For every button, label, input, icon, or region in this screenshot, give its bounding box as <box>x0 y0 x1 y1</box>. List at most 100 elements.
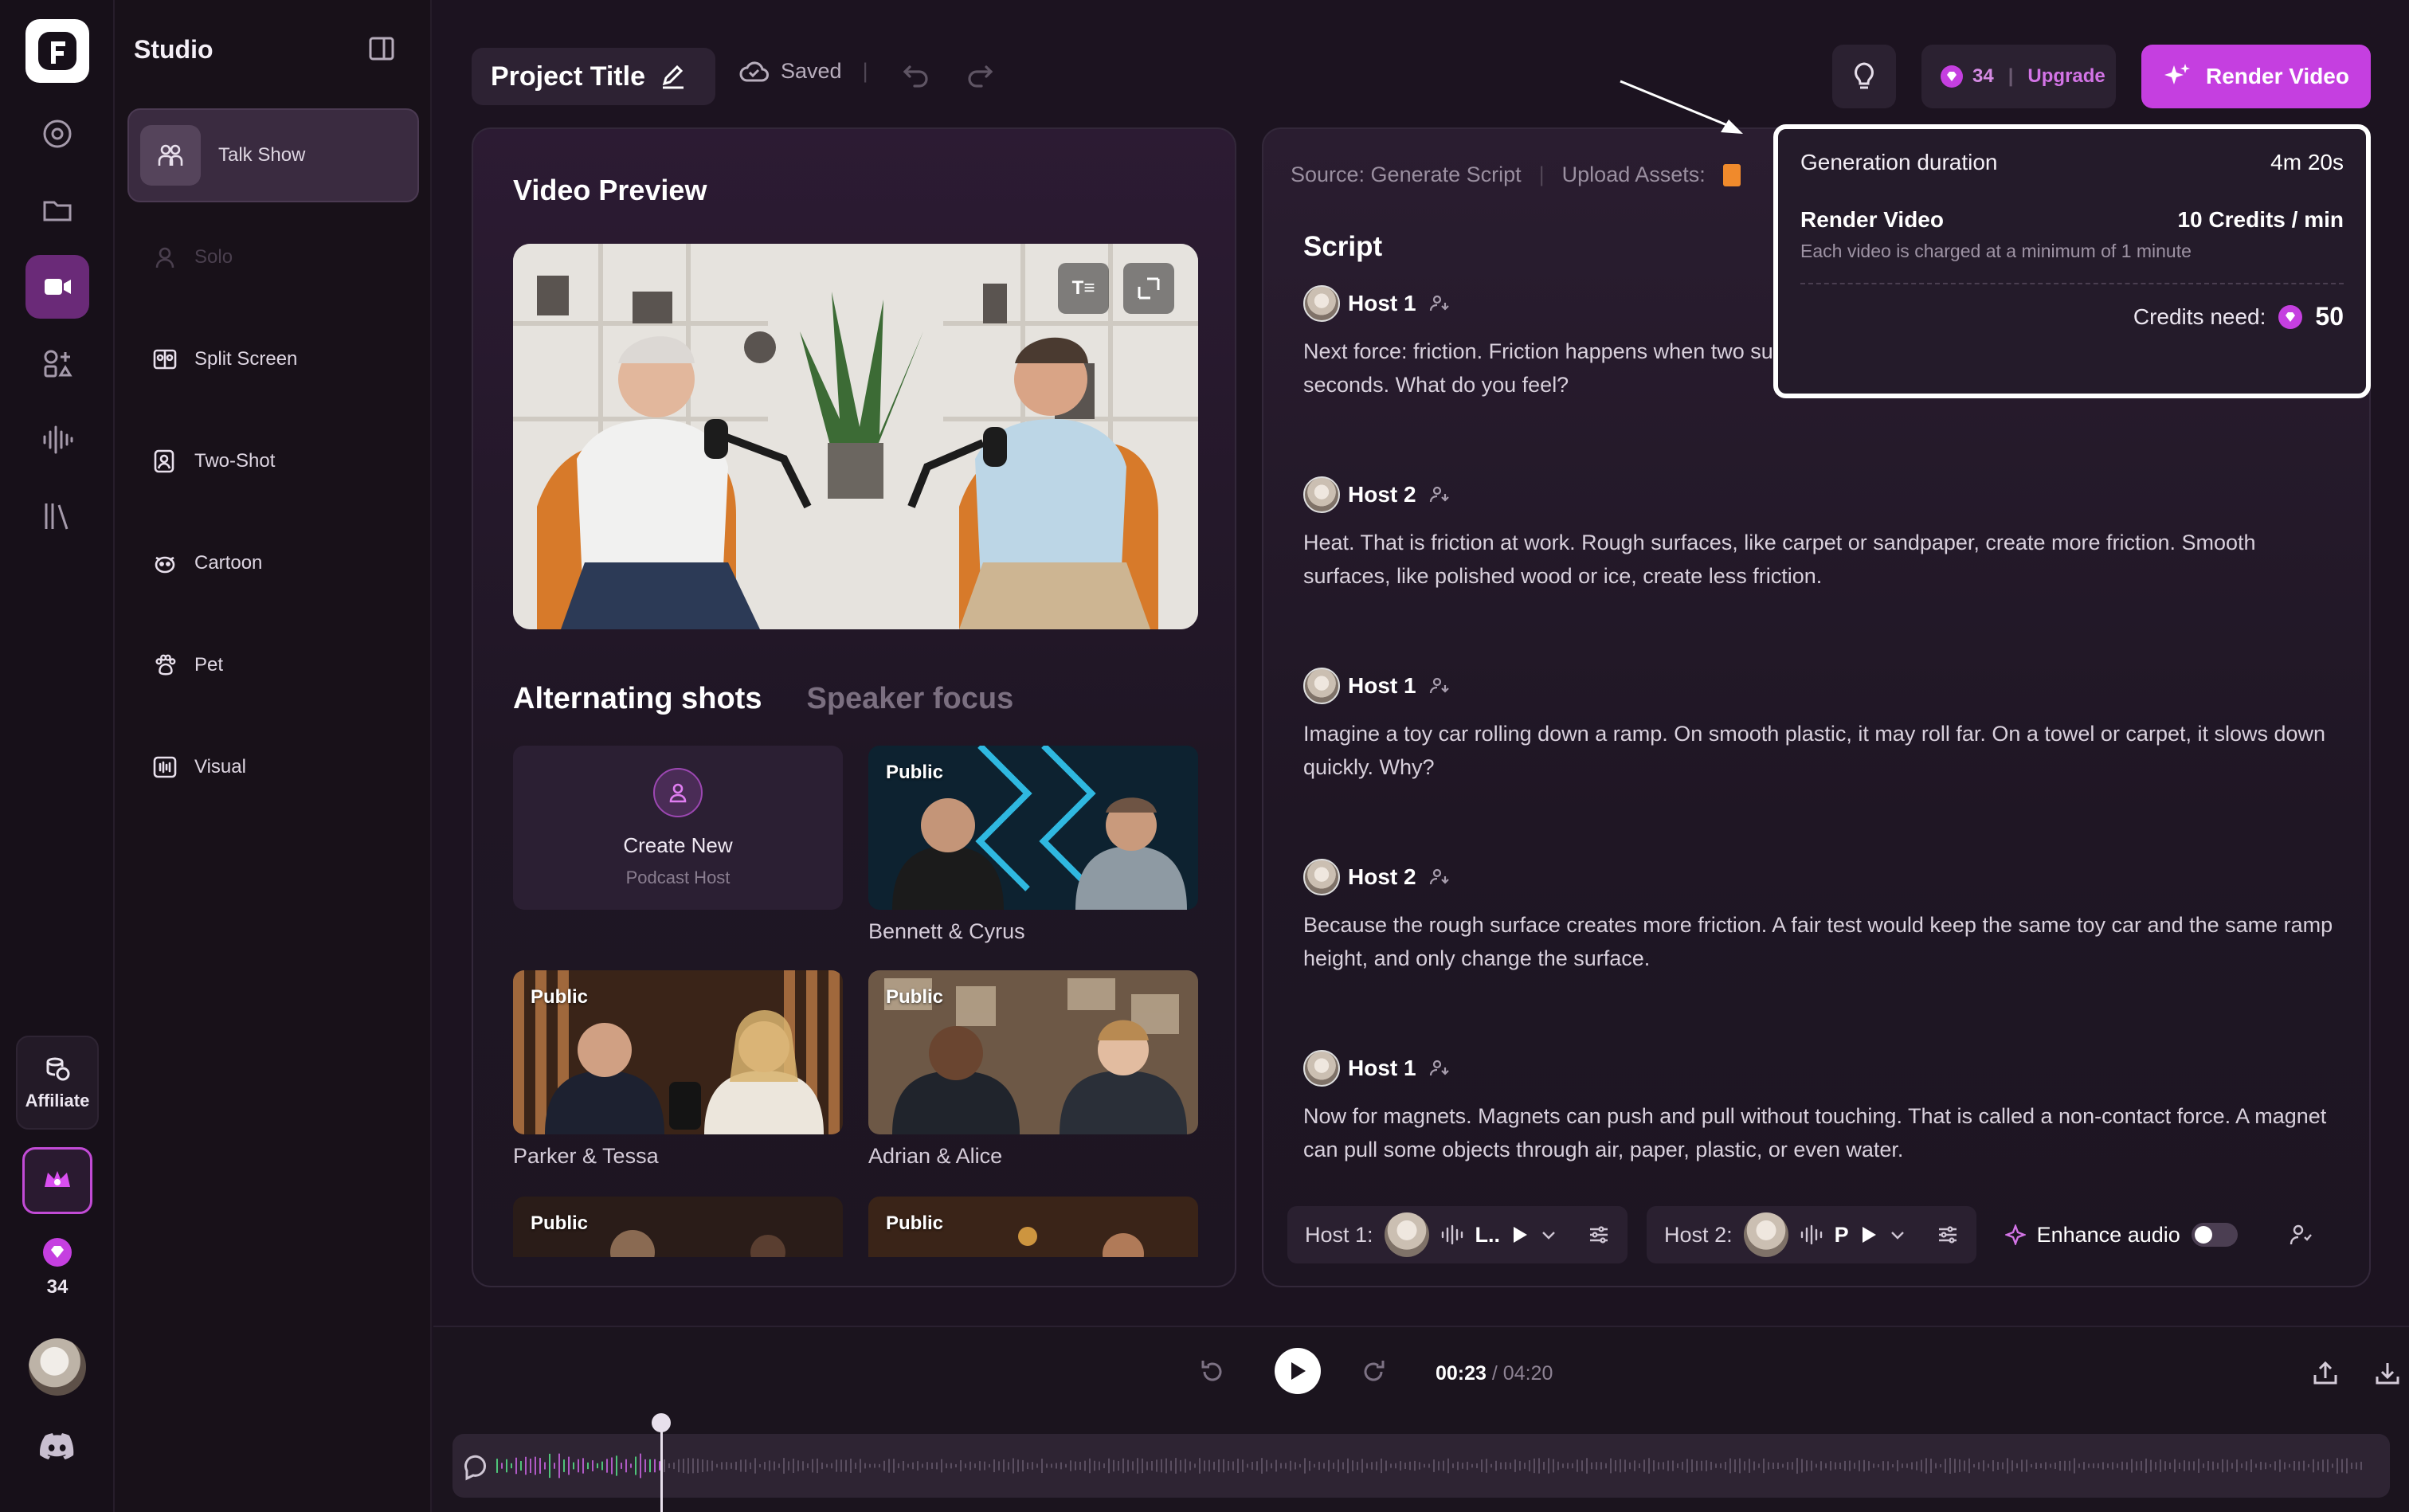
undo-icon[interactable] <box>900 59 932 91</box>
host-card-adrian-alice[interactable]: Public <box>868 970 1198 1134</box>
switch-speaker-icon[interactable] <box>1429 867 1450 887</box>
speaker-name: Host 2 <box>1348 864 1416 889</box>
chevron-down-icon[interactable] <box>1540 1226 1557 1244</box>
script-line-text[interactable]: Imagine a toy car rolling down a ramp. O… <box>1303 717 2339 784</box>
studio-panel: Studio Talk Show Solo Split Screen Two-S… <box>115 0 432 1512</box>
audio-wave-icon[interactable] <box>25 408 89 472</box>
credits-upgrade-pill[interactable]: 34 | Upgrade <box>1921 45 2116 108</box>
playhead-handle[interactable] <box>652 1413 672 1432</box>
edit-pencil-icon[interactable] <box>660 63 687 90</box>
play-icon[interactable] <box>1511 1225 1529 1244</box>
panel-toggle-icon[interactable] <box>368 35 395 62</box>
host-card-partial[interactable]: Public <box>513 1197 843 1257</box>
home-icon[interactable] <box>25 102 89 166</box>
avatar <box>1384 1212 1429 1257</box>
chevron-down-icon[interactable] <box>1889 1226 1906 1244</box>
discord-icon[interactable] <box>29 1418 86 1475</box>
total-time: / 04:20 <box>1491 1362 1553 1385</box>
host-card-partial[interactable]: Public <box>868 1197 1198 1257</box>
script-line-text[interactable]: Because the rough surface creates more f… <box>1303 908 2339 975</box>
upgrade-link[interactable]: Upgrade <box>2027 65 2105 88</box>
speaker-name: Host 1 <box>1348 291 1416 315</box>
switch-speaker-icon[interactable] <box>1429 293 1450 314</box>
aspect-ratio-icon[interactable] <box>1123 263 1174 314</box>
divider <box>1800 283 2344 284</box>
play-icon[interactable] <box>1860 1225 1878 1244</box>
sliders-icon[interactable] <box>1937 1224 1959 1246</box>
speaker-host-2[interactable]: Host 2 <box>1303 859 1450 895</box>
folder-icon[interactable] <box>25 178 89 242</box>
lightbulb-icon <box>1855 62 1874 89</box>
speaker-host-1[interactable]: Host 1 <box>1303 285 1450 322</box>
manage-speakers-icon[interactable] <box>2289 1223 2313 1247</box>
redo-icon[interactable] <box>964 59 996 91</box>
create-new-title: Create New <box>623 832 733 857</box>
studio-item-talk-show[interactable]: Talk Show <box>127 108 419 202</box>
pointer-arrow-icon <box>1620 80 1743 134</box>
source-label[interactable]: Source: Generate Script <box>1291 163 1522 187</box>
user-avatar[interactable] <box>29 1338 86 1396</box>
studio-item-cartoon[interactable]: Cartoon <box>127 516 419 610</box>
voice-wave-icon <box>1800 1224 1822 1245</box>
tips-button[interactable] <box>1832 45 1896 108</box>
create-new-host-card[interactable]: Create New Podcast Host <box>513 746 843 910</box>
file-icon[interactable] <box>1722 163 1741 186</box>
rail-credits-count: 34 <box>46 1276 69 1298</box>
shot-mode-tabs: Alternating shots Speaker focus <box>513 682 1013 716</box>
render-video-label: Render Video <box>2206 64 2349 88</box>
paw-icon <box>153 653 177 677</box>
studio-item-visual[interactable]: Visual <box>127 720 419 814</box>
upload-assets-label[interactable]: Upload Assets: <box>1562 163 1706 187</box>
sliders-icon[interactable] <box>1588 1224 1610 1246</box>
avatar <box>1303 859 1340 895</box>
play-button[interactable] <box>1275 1348 1321 1394</box>
speaker-host-2[interactable]: Host 2 <box>1303 476 1450 513</box>
avatar <box>1303 476 1340 513</box>
speaker-host-1[interactable]: Host 1 <box>1303 668 1450 704</box>
tab-speaker-focus[interactable]: Speaker focus <box>806 682 1013 716</box>
host-1-voice-name: L.. <box>1475 1222 1501 1247</box>
switch-speaker-icon[interactable] <box>1429 484 1450 505</box>
host-2-voice-selector[interactable]: Host 2: P <box>1647 1206 1976 1263</box>
host-2-label: Host 2: <box>1664 1222 1733 1247</box>
add-person-icon <box>653 767 703 817</box>
premium-button[interactable] <box>22 1147 92 1214</box>
video-camera-icon[interactable] <box>25 255 89 319</box>
credits-count: 34 <box>1972 65 1994 87</box>
host-card-parker-tessa[interactable]: Public <box>513 970 843 1134</box>
host-1-voice-selector[interactable]: Host 1: L.. <box>1287 1206 1628 1263</box>
script-line-text[interactable]: Now for magnets. Magnets can push and pu… <box>1303 1099 2339 1166</box>
switch-speaker-icon[interactable] <box>1429 676 1450 696</box>
studio-item-pet[interactable]: Pet <box>127 618 419 712</box>
enhance-audio-toggle[interactable] <box>2191 1223 2238 1247</box>
shapes-icon[interactable] <box>25 331 89 395</box>
video-preview-frame[interactable]: T≡ <box>513 244 1198 629</box>
library-icon[interactable] <box>25 484 89 548</box>
public-tag: Public <box>886 986 944 1008</box>
forward-5-icon[interactable] <box>1359 1357 1388 1386</box>
studio-item-two-shot[interactable]: Two-Shot <box>127 414 419 508</box>
divider: | <box>2007 65 2014 87</box>
project-title-field[interactable]: Project Title <box>472 48 715 105</box>
crown-icon <box>45 1171 70 1187</box>
project-title: Project Title <box>491 61 645 92</box>
studio-item-split-screen[interactable]: Split Screen <box>127 312 419 406</box>
speaker-host-1[interactable]: Host 1 <box>1303 1050 1450 1087</box>
switch-speaker-icon[interactable] <box>1429 1058 1450 1079</box>
gem-icon <box>2278 304 2303 329</box>
rewind-5-icon[interactable] <box>1198 1357 1227 1386</box>
voice-wave-icon <box>1441 1224 1463 1245</box>
host-card-bennett-cyrus[interactable]: Public <box>868 746 1198 910</box>
share-icon[interactable] <box>2312 1361 2339 1386</box>
render-video-button[interactable]: Render Video <box>2141 45 2371 108</box>
gem-icon <box>1941 65 1963 88</box>
tab-alternating-shots[interactable]: Alternating shots <box>513 682 762 716</box>
audio-timeline-track[interactable] <box>452 1434 2390 1498</box>
app-logo[interactable] <box>25 19 89 83</box>
download-icon[interactable] <box>2374 1361 2401 1386</box>
affiliate-button[interactable]: Affiliate <box>16 1036 99 1130</box>
host-name: Parker & Tessa <box>513 1144 659 1168</box>
script-line-text[interactable]: Heat. That is friction at work. Rough su… <box>1303 526 2339 593</box>
text-overlay-icon[interactable]: T≡ <box>1058 263 1109 314</box>
video-preview-title: Video Preview <box>513 174 707 206</box>
